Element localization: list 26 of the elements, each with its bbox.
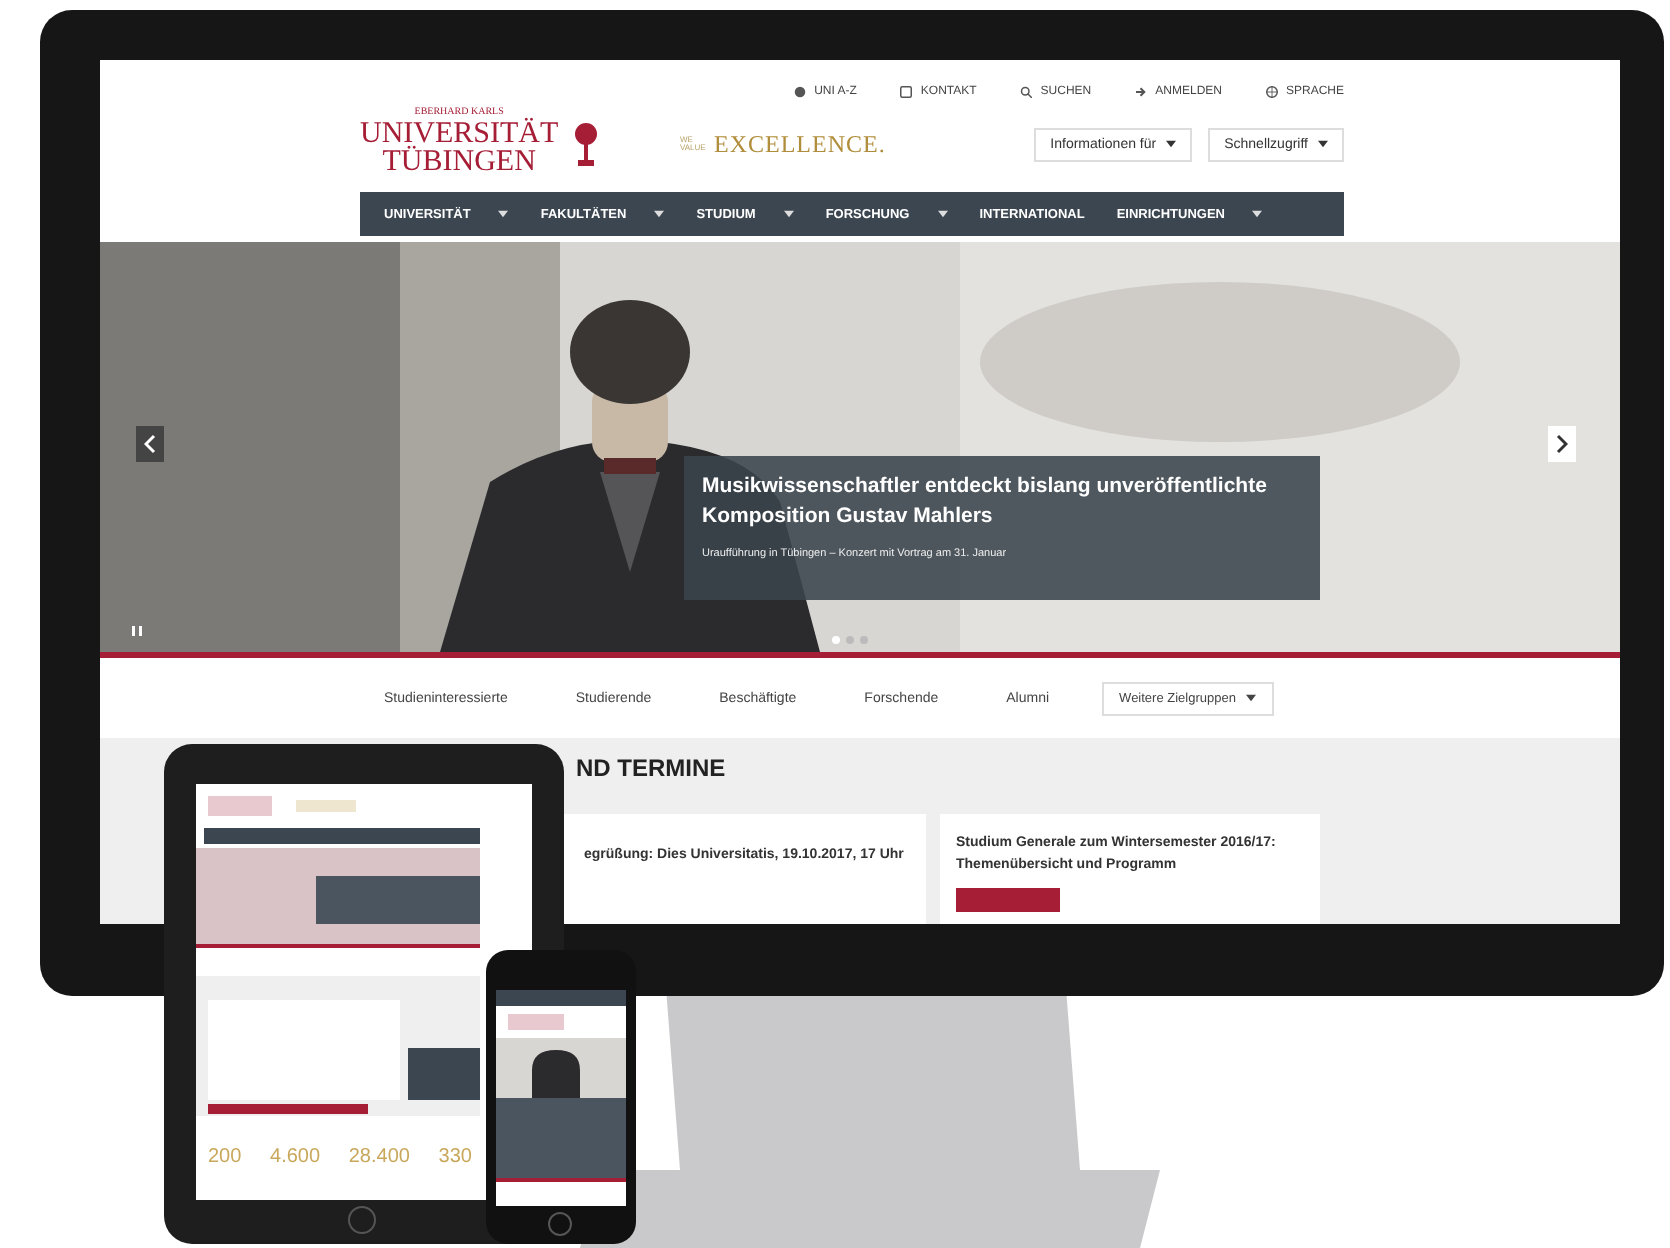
stat-number: 4.600	[270, 1146, 321, 1168]
stat-number: 330	[438, 1146, 472, 1168]
slide-dot[interactable]	[832, 636, 840, 644]
tree-icon	[574, 122, 599, 166]
logo-text: TÜBINGEN	[382, 148, 536, 178]
stat-number: 28.400	[348, 1146, 410, 1168]
pause-icon[interactable]	[132, 626, 142, 636]
globe-icon	[1265, 86, 1278, 98]
stat-number: 200	[208, 1146, 242, 1168]
globe-icon	[794, 86, 807, 98]
caret-icon	[1166, 140, 1177, 148]
square-icon	[900, 86, 913, 98]
headline: Musikwissenschaftler entdeckt bislang unveröffentlichte Komposition Gustav Mahlers	[702, 472, 1269, 533]
caret-icon	[1245, 694, 1256, 702]
home-button[interactable]	[348, 1206, 376, 1234]
excellence-logo: EXCELLENCE.	[714, 129, 886, 159]
next-button[interactable]	[1548, 426, 1576, 462]
sign-in-icon	[1135, 86, 1148, 98]
logo-text: UNIVERSITÄT	[360, 120, 559, 149]
section-heading: ND TERMINE	[576, 754, 728, 782]
caret-icon	[1318, 140, 1328, 148]
chevron-right-icon	[1556, 434, 1568, 454]
chevron-left-icon	[144, 434, 156, 454]
search-icon	[1020, 86, 1033, 98]
home-button[interactable]	[548, 1212, 572, 1236]
previous-button[interactable]	[136, 426, 164, 462]
